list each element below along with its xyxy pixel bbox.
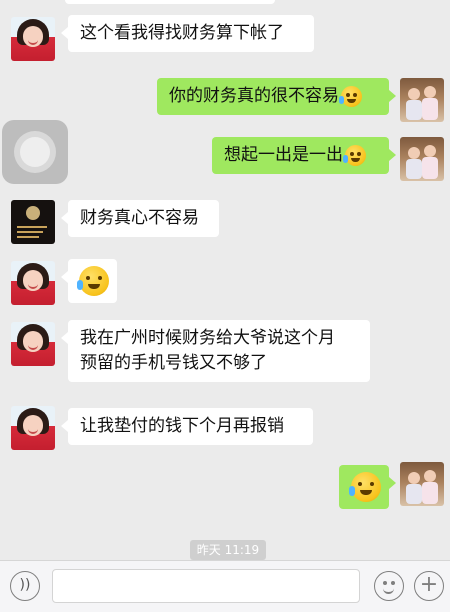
tears-of-joy-emoji xyxy=(343,144,366,166)
girl-avatar[interactable] xyxy=(11,406,55,450)
girl-avatar[interactable] xyxy=(11,261,55,305)
dark-photo-avatar[interactable] xyxy=(11,200,55,244)
kids-avatar[interactable] xyxy=(400,78,444,122)
girl-avatar[interactable] xyxy=(11,17,55,61)
message-text-line: 预留的手机号钱又不够了 xyxy=(80,353,267,373)
crying-laugh-emoji xyxy=(77,266,109,296)
tears-of-joy-emoji xyxy=(349,472,381,502)
girl-avatar[interactable] xyxy=(11,322,55,366)
message-input[interactable] xyxy=(52,569,360,603)
message-bubble[interactable]: 想起一出是一出 xyxy=(212,137,396,174)
message-text: 财务真心不容易 xyxy=(80,208,199,228)
message-bubble[interactable]: 让我垫付的钱下个月再报销 xyxy=(61,408,313,445)
smiley-icon[interactable] xyxy=(374,571,404,601)
previous-message-edge xyxy=(65,0,275,4)
message-bubble[interactable]: 你的财务真的很不容易 xyxy=(157,78,396,115)
assistive-touch-icon[interactable] xyxy=(2,120,68,184)
kids-avatar[interactable] xyxy=(400,137,444,181)
message-text: 你的财务真的很不容易 xyxy=(169,86,339,106)
crying-laugh-emoji xyxy=(339,85,362,107)
chat-input-bar: )) + xyxy=(0,560,450,612)
kids-avatar[interactable] xyxy=(400,462,444,506)
message-text: 这个看我得找财务算下帐了 xyxy=(80,23,284,43)
message-bubble[interactable]: 这个看我得找财务算下帐了 xyxy=(61,15,314,52)
plus-icon[interactable]: + xyxy=(414,571,444,601)
message-bubble[interactable] xyxy=(61,259,117,303)
message-text: 让我垫付的钱下个月再报销 xyxy=(80,416,284,436)
voice-icon[interactable]: )) xyxy=(10,571,40,601)
message-text: 想起一出是一出 xyxy=(224,145,343,165)
message-bubble[interactable] xyxy=(339,465,396,509)
message-bubble[interactable]: 财务真心不容易 xyxy=(61,200,219,237)
message-bubble[interactable]: 我在广州时候财务给大爷说这个月 预留的手机号钱又不够了 xyxy=(61,320,370,382)
message-timestamp: 昨天 11:19 xyxy=(190,540,266,560)
message-text-line: 我在广州时候财务给大爷说这个月 xyxy=(80,328,335,348)
